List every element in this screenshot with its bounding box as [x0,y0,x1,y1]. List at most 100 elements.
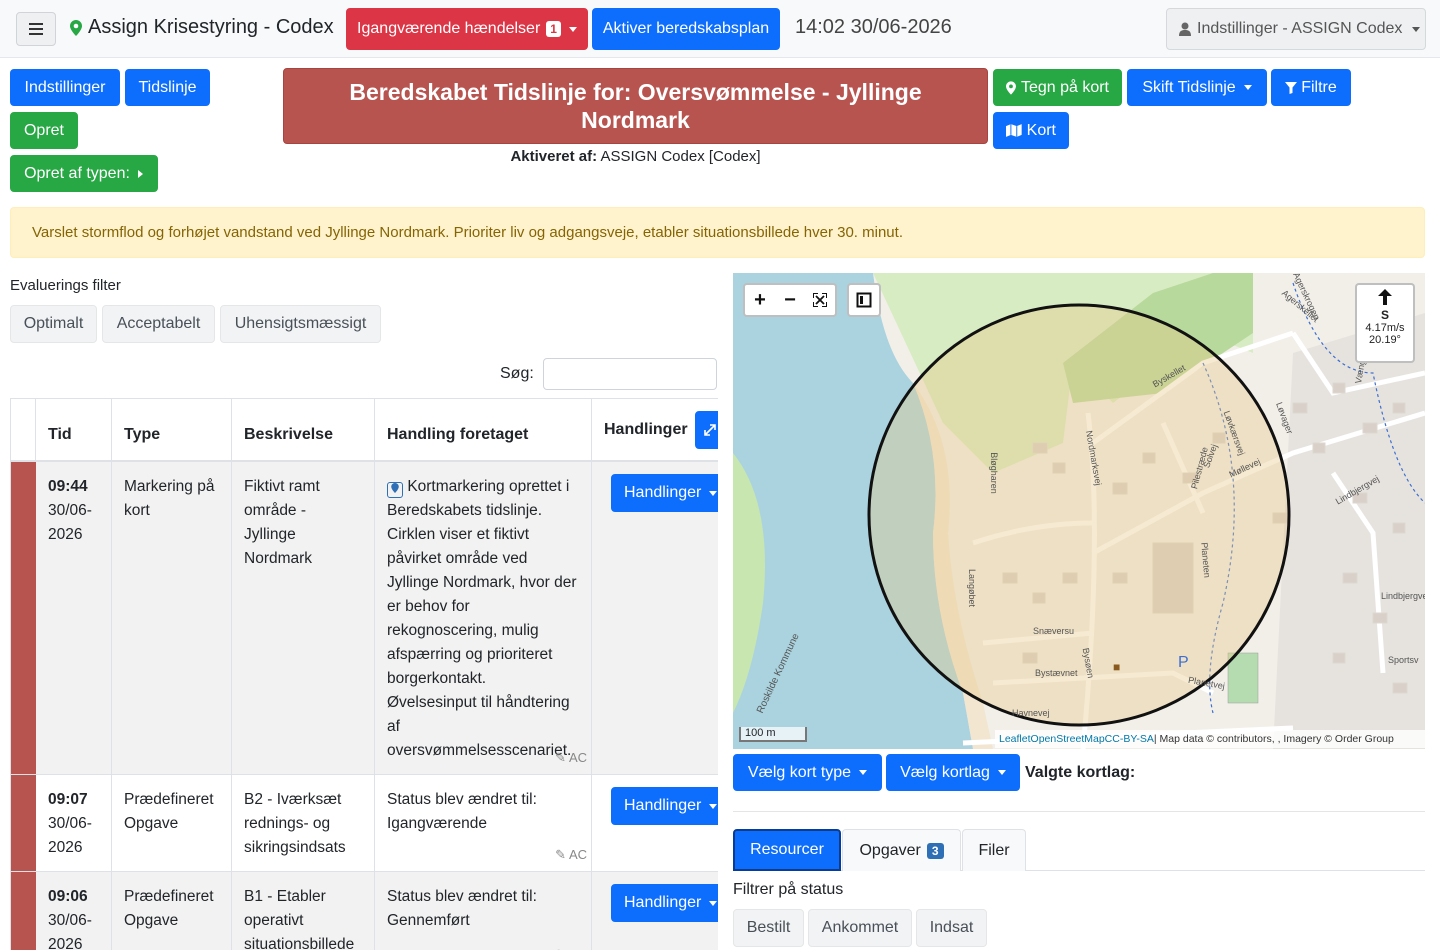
chevron-down-icon [859,770,868,775]
status-filter-label: Filtrer på status [733,881,844,898]
attribution-osm-link[interactable]: OpenStreetMap [1031,733,1105,745]
map-pin-icon [1006,80,1016,95]
wind-speed: 4.17m/s [1365,322,1405,334]
svg-text:P: P [1178,654,1189,671]
ongoing-incidents-label: Igangværende hændelser [357,20,541,37]
attribution-leaflet-link[interactable]: Leaflet [999,733,1031,745]
table-row: 09:44 30/06- 2026 Markering på kort Fikt… [11,462,718,775]
tab-files[interactable]: Filer [962,829,1026,871]
create-by-type-button[interactable]: Opret af typen: [10,155,158,192]
evaluation-filter-label: Evaluerings filter [10,277,121,294]
row-actions-cell: Handlinger [592,775,718,871]
filters-label: Filtre [1301,78,1337,96]
map-scale: 100 m [739,727,807,742]
timeline-table: Tid Type Beskrivelse Handling foretaget … [10,398,718,950]
attribution-license-link[interactable]: CC-BY-SA [1105,733,1154,745]
status-ordered-button[interactable]: Bestilt [733,909,804,947]
activate-plan-button[interactable]: Aktiver beredskabsplan [592,8,780,50]
switch-timeline-label: Skift Tidslinje [1142,78,1236,96]
row-description: Fiktivt ramt område - Jyllinge Nordmark [232,462,375,774]
eval-optimal-button[interactable]: Optimalt [10,305,97,343]
row-date-part: 30/06- [48,502,92,519]
activated-by-label: Aktiveret af: [510,148,598,165]
street-label: Snæversu [1033,626,1075,636]
row-action-text: Kortmarkering oprettet i Beredskabets ti… [387,478,577,759]
row-action-taken: Status blev ændret til: Igangværende ✎ A… [375,775,592,871]
status-deployed-button[interactable]: Indsat [916,909,987,947]
row-date-year: 2026 [48,526,83,543]
user-settings-dropdown[interactable]: Indstillinger - ASSIGN Codex [1166,8,1426,50]
author-tag: ✎ AC [555,847,587,862]
wind-degrees: 20.19° [1369,334,1401,346]
menu-icon [29,23,43,25]
street-label: Bløgharen [988,452,999,494]
street-label: Lindbjergvej [1381,591,1425,601]
zoom-in-icon[interactable]: + [745,285,775,315]
timeline-button[interactable]: Tidslinje [125,69,210,106]
table-row: 09:07 30/06- 2026 Prædefineret Opgave B2… [11,775,718,872]
chevron-down-icon [1412,26,1421,32]
row-time: 09:44 30/06- 2026 [36,462,112,774]
tab-resources[interactable]: Resourcer [733,829,841,871]
map-zoom-controls: + − [743,283,837,317]
eval-acceptable-button[interactable]: Acceptabelt [102,305,215,343]
col-header-action-taken[interactable]: Handling foretaget [375,398,592,462]
draw-on-map-button[interactable]: Tegn på kort [993,69,1122,106]
clock: 14:02 30/06-2026 [795,16,952,38]
arrow-up-icon [1378,289,1392,305]
map-button[interactable]: Kort [993,112,1069,149]
switch-timeline-dropdown[interactable]: Skift Tidslinje [1127,69,1267,106]
row-actions-dropdown[interactable]: Handlinger [611,884,718,922]
map-type-dropdown[interactable]: Vælg kort type [733,754,882,791]
settings-button[interactable]: Indstillinger [10,69,120,106]
row-status-stripe [11,462,36,774]
map-pin-icon [70,19,82,36]
author-tag: ✎ AC [555,943,587,950]
col-header-description[interactable]: Beskrivelse [232,398,375,462]
fullscreen-icon[interactable] [805,285,835,315]
col-header-time[interactable]: Tid [36,398,112,462]
top-navbar: Assign Krisestyring - Codex Igangværende… [0,0,1440,58]
ongoing-incidents-dropdown[interactable]: Igangværende hændelser 1 [346,8,588,50]
search-input[interactable] [543,358,717,390]
col-header-actions: Handlinger [592,398,718,462]
row-actions-cell: Handlinger [592,462,718,774]
chevron-down-icon [568,26,577,32]
row-type: Prædefineret Opgave [112,775,232,871]
row-actions-dropdown[interactable]: Handlinger [611,787,718,825]
menu-toggle-button[interactable] [16,12,56,46]
map-layer-dropdown[interactable]: Vælg kortlag [886,754,1020,791]
row-action-text: Status blev ændret til: Gennemført [387,888,537,929]
filters-button[interactable]: Filtre [1271,69,1351,106]
chosen-layers-label: Valgte kortlag: [1025,764,1136,781]
draw-rectangle-icon[interactable] [849,285,879,315]
table-row: 09:06 30/06- 2026 Prædefineret Opgave B1… [11,872,718,950]
resource-tabs: Resourcer Opgaver 3 Filer [733,829,1425,871]
map-marker-icon [387,482,403,498]
map-type-label: Vælg kort type [747,763,852,781]
tasks-count-badge: 3 [926,842,944,859]
divider [733,811,1425,812]
street-label: Bystævnet [1035,668,1078,678]
status-arrived-button[interactable]: Ankommet [808,909,912,947]
map-attribution: LeafletOpenStreetMapCC-BY-SA| Map data ©… [995,730,1425,748]
wind-indicator: S 4.17m/s 20.19° [1355,283,1415,363]
wind-direction: S [1380,308,1389,322]
draw-on-map-label: Tegn på kort [1020,78,1109,96]
chevron-down-icon [997,770,1006,775]
create-button[interactable]: Opret [10,112,78,149]
row-date-part: 30/06- [48,815,92,832]
user-icon [1179,22,1191,36]
zoom-out-icon[interactable]: − [775,285,805,315]
brand[interactable]: Assign Krisestyring - Codex [70,16,334,39]
row-date-year: 2026 [48,839,83,856]
tab-tasks[interactable]: Opgaver 3 [842,829,961,871]
row-time-value: 09:44 [48,478,88,495]
map-view[interactable]: P ■ Agerskellet Agerskrogen Byskellet No… [733,273,1425,749]
row-actions-dropdown[interactable]: Handlinger [611,474,718,512]
eval-inappropriate-button[interactable]: Uhensigtsmæssigt [220,305,381,343]
street-label: Langøbet [967,568,978,608]
expand-button[interactable] [695,411,718,449]
row-type: Prædefineret Opgave [112,872,232,950]
col-header-type[interactable]: Type [112,398,232,462]
